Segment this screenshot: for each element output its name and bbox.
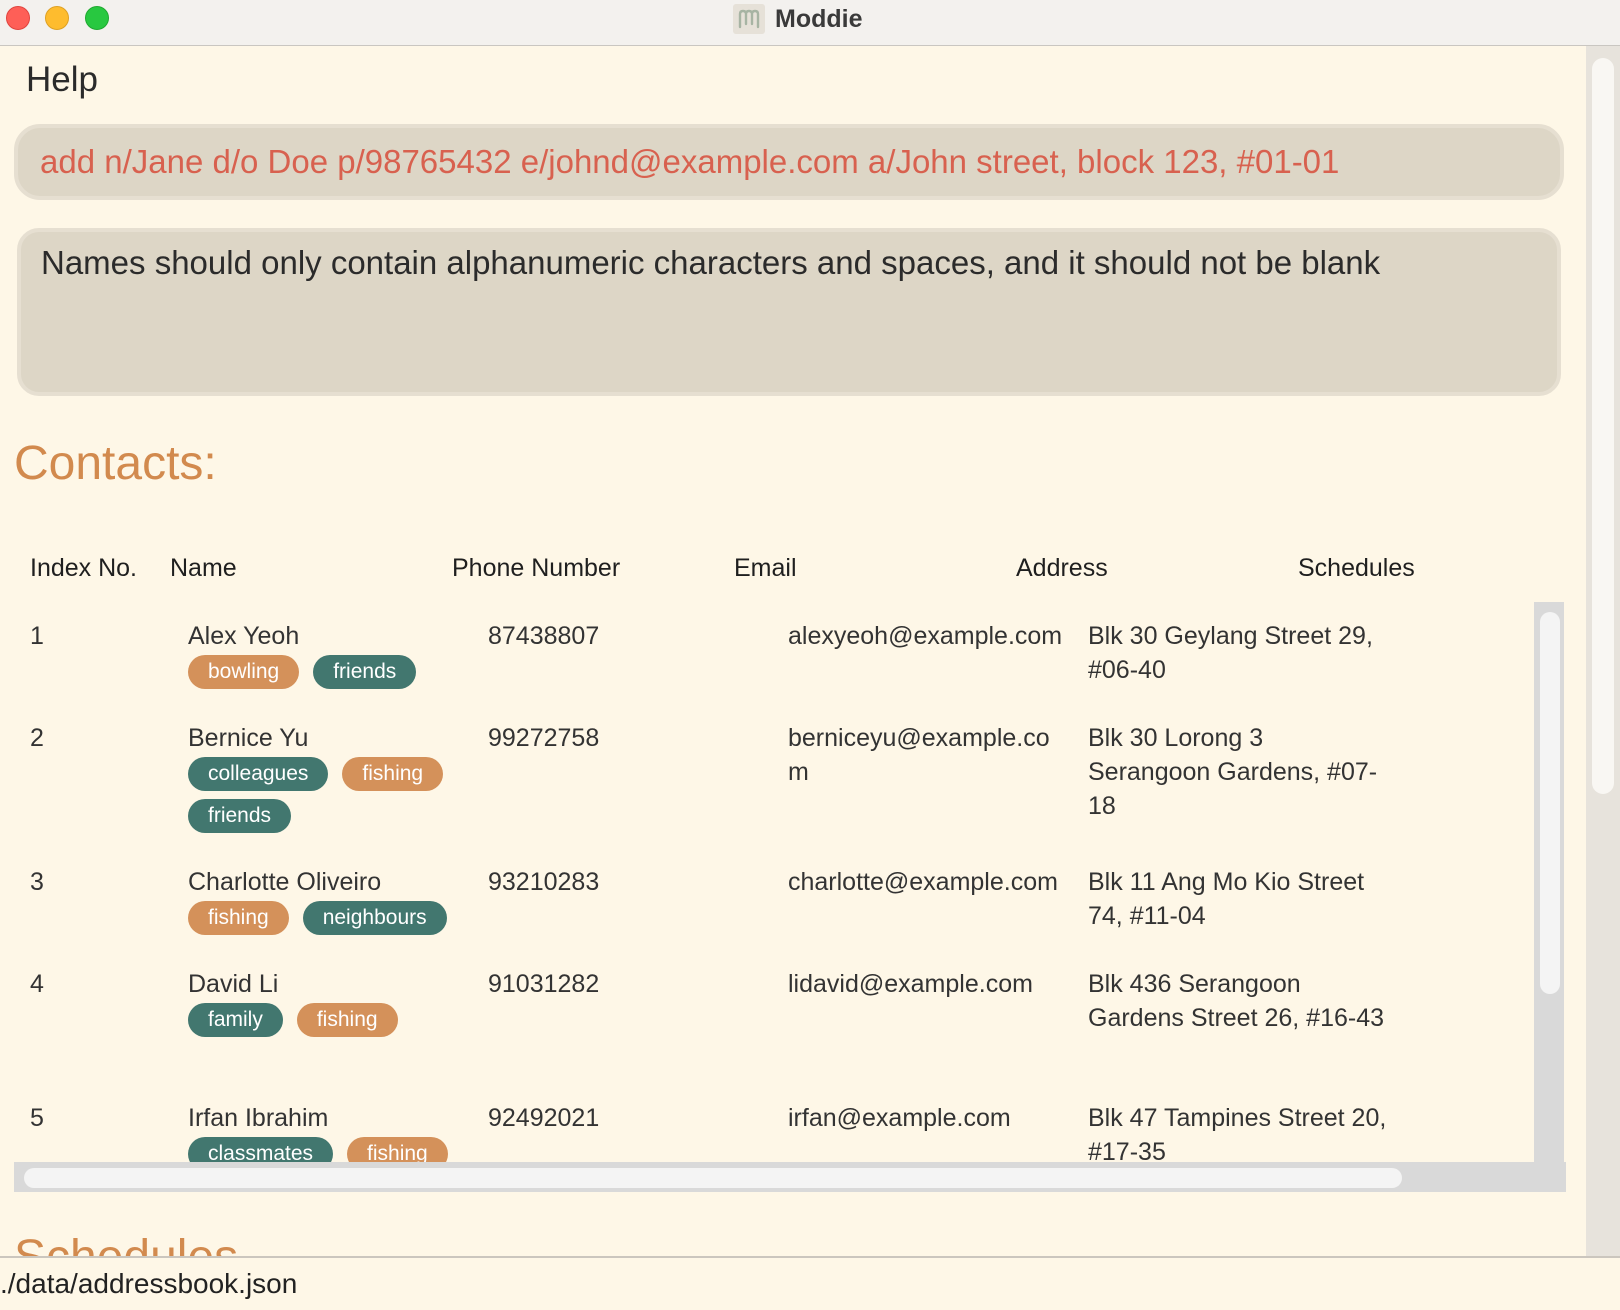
minimize-window-button[interactable]	[45, 6, 69, 30]
contact-index: 3	[30, 868, 44, 896]
contact-address: Blk 30 Geylang Street 29, #06-40	[1088, 622, 1373, 684]
tag: family	[188, 1003, 283, 1037]
contact-email: lidavid@example.com	[788, 970, 1033, 998]
contact-address: Blk 30 Lorong 3 Serangoon Gardens, #07-1…	[1088, 724, 1378, 820]
contact-email: alexyeoh@example.com	[788, 622, 1063, 650]
tag: friends	[188, 799, 292, 833]
title-bar: Moddie	[0, 0, 1620, 46]
command-input[interactable]: add n/Jane d/o Doe p/98765432 e/johnd@ex…	[14, 124, 1564, 200]
contact-name-cell: Bernice Yu colleagues fishing friends	[188, 721, 488, 841]
tag: fishing	[347, 1137, 448, 1162]
header-name: Name	[170, 554, 237, 582]
contact-email: irfan@example.com	[788, 1104, 1011, 1132]
header-phone: Phone Number	[452, 554, 621, 582]
tag: fishing	[296, 1003, 398, 1037]
menu-help[interactable]: Help	[26, 60, 98, 100]
contact-index: 4	[30, 970, 44, 998]
contact-name: Charlotte Oliveiro	[188, 868, 382, 896]
contact-phone: 93210283	[488, 868, 600, 896]
contact-name: Alex Yeoh	[188, 622, 300, 650]
maximize-window-button[interactable]	[85, 6, 109, 30]
window-title: Moddie	[775, 4, 863, 33]
tag: fishing	[188, 901, 289, 935]
contact-address: Blk 47 Tampines Street 20, #17-35	[1088, 1104, 1387, 1162]
contacts-vertical-scroll-thumb[interactable]	[1540, 612, 1560, 994]
tag: colleagues	[188, 757, 329, 791]
window-title-group: Moddie	[733, 3, 863, 35]
app-icon	[733, 4, 765, 34]
contact-tags: colleagues fishing friends	[188, 757, 488, 841]
result-message: Names should only contain alphanumeric c…	[41, 244, 1381, 281]
contact-name-cell: Charlotte Oliveiro fishing neighbours	[188, 865, 488, 943]
contact-email: berniceyu@example.com	[788, 724, 1050, 786]
contact-name: Bernice Yu	[188, 724, 309, 752]
contact-email: charlotte@example.com	[788, 868, 1058, 896]
contact-address: Blk 11 Ang Mo Kio Street 74, #11-04	[1088, 868, 1365, 930]
contact-name: Irfan Ibrahim	[188, 1104, 329, 1132]
contact-address: Blk 436 Serangoon Gardens Street 26, #16…	[1088, 970, 1385, 1032]
save-location: ./data/addressbook.json	[0, 1268, 298, 1299]
contact-tags: classmates fishing	[188, 1137, 488, 1162]
header-email: Email	[734, 554, 797, 582]
contact-phone: 92492021	[488, 1104, 600, 1132]
contact-index: 1	[30, 622, 44, 650]
window-vertical-scroll-thumb[interactable]	[1592, 58, 1614, 794]
tag: classmates	[188, 1137, 334, 1162]
contacts-heading: Contacts:	[14, 437, 217, 490]
contact-tags: bowling friends	[188, 655, 488, 697]
schedules-heading: Schedules	[14, 1238, 238, 1258]
tag: fishing	[342, 757, 444, 791]
header-schedules: Schedules	[1298, 554, 1415, 582]
contact-name-cell: David Li family fishing	[188, 967, 488, 1045]
tag: friends	[313, 655, 417, 689]
contact-phone: 99272758	[488, 724, 600, 752]
header-index: Index No.	[30, 554, 138, 582]
contact-name-cell: Irfan Ibrahim classmates fishing	[188, 1101, 488, 1162]
status-bar: ./data/addressbook.json	[0, 1256, 1620, 1310]
contact-tags: family fishing	[188, 1003, 488, 1045]
contact-tags: fishing neighbours	[188, 901, 488, 943]
contacts-list[interactable]: 1 Alex Yeoh bowling friends 87438807 ale…	[14, 602, 1566, 1162]
contact-name: David Li	[188, 970, 279, 998]
result-display[interactable]: Names should only contain alphanumeric c…	[17, 228, 1561, 396]
contact-phone: 87438807	[488, 622, 600, 650]
tag: neighbours	[302, 901, 447, 935]
contacts-horizontal-scroll-thumb[interactable]	[24, 1168, 1402, 1188]
contact-name-cell: Alex Yeoh bowling friends	[188, 619, 488, 697]
contact-phone: 91031282	[488, 970, 600, 998]
header-address: Address	[1016, 554, 1108, 582]
tag: bowling	[188, 655, 300, 689]
contact-index: 5	[30, 1104, 44, 1132]
command-input-text: add n/Jane d/o Doe p/98765432 e/johnd@ex…	[40, 143, 1340, 180]
close-window-button[interactable]	[6, 6, 30, 30]
contact-index: 2	[30, 724, 44, 752]
